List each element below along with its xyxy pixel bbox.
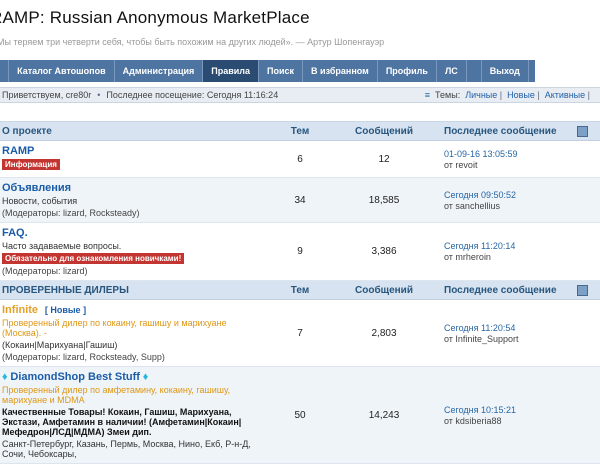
last-post-link[interactable]: Сегодня 11:20:14 [444, 241, 600, 251]
nav-item-administration[interactable]: Администрация [115, 60, 204, 82]
last-post-author: от Infinite_Support [444, 334, 600, 344]
topics-count: 50 [270, 367, 330, 463]
nav-item-private-messages[interactable]: ЛС [437, 60, 467, 82]
last-post-link[interactable]: Сегодня 09:50:52 [444, 190, 600, 200]
forum-description: Проверенный дилер по амфетамину, кокаину… [2, 385, 264, 405]
section-header-verified-dealers: ПРОВЕРЕННЫЕ ДИЛЕРЫ Тем Сообщений Последн… [0, 281, 600, 300]
forum-description-bold: Качественные Товары! Кокаин, Гашиш, Мари… [2, 407, 264, 437]
last-post-link[interactable]: Сегодня 10:15:21 [444, 405, 600, 415]
forum-description: Часто задаваемые вопросы. [2, 241, 264, 251]
posts-count: 18,585 [330, 178, 438, 222]
section-title-verified-dealers: ПРОВЕРЕННЫЕ ДИЛЕРЫ [0, 281, 270, 299]
collapse-icon[interactable] [577, 285, 588, 296]
nav-item-autoshop-catalog[interactable]: Каталог Автошопов [9, 60, 115, 82]
posts-count: 14,243 [330, 367, 438, 463]
site-title: RAMP: Russian Anonymous MarketPlace [0, 0, 600, 28]
forum-link-infinite[interactable]: Infinite [2, 304, 38, 316]
status-left: Приветствуем, cre80r • Последнее посещен… [2, 90, 425, 100]
topics-filter-personal[interactable]: Личные [465, 90, 502, 100]
column-header-last-post: Последнее сообщение [444, 126, 557, 137]
topics-filter-new[interactable]: Новые [507, 90, 540, 100]
posts-count: 3,386 [330, 223, 438, 280]
collapse-icon[interactable] [577, 126, 588, 137]
forum-row-infinite: Infinite [ Новые ] Проверенный дилер по … [0, 300, 600, 367]
topics-filter-active[interactable]: Активные [545, 90, 590, 100]
last-post-link[interactable]: 01-09-16 13:05:59 [444, 149, 600, 159]
forum-tags: (Кокаин|Марихуана|Гашиш) [2, 340, 264, 350]
topics-count: 7 [270, 300, 330, 366]
forum-moderators: (Модераторы: lizard, Rocksteady) [2, 208, 264, 218]
forum-link-diamondshop[interactable]: DiamondShop Best Stuff [10, 371, 140, 383]
column-header-topics: Тем [270, 281, 330, 299]
status-right: ≡ Темы: Личные Новые Активные [425, 90, 590, 100]
forum-row-diamondshop: ♦ DiamondShop Best Stuff ♦ Проверенный д… [0, 367, 600, 464]
forum-row-faq: FAQ. Часто задаваемые вопросы. Обязатель… [0, 223, 600, 281]
nav-item-rules[interactable]: Правила [203, 60, 259, 82]
forum-row-ramp: RAMP Информация 6 12 01-09-16 13:05:59 о… [0, 141, 600, 178]
last-post-author: от revoit [444, 160, 600, 170]
forum-link-ramp[interactable]: RAMP [2, 145, 34, 157]
column-header-posts: Сообщений [330, 122, 438, 140]
diamond-icon: ♦ [2, 371, 8, 383]
forum-moderators: (Модераторы: lizard) [2, 266, 264, 276]
topics-label: Темы: [435, 90, 460, 100]
forum-description: Новости, события [2, 196, 264, 206]
last-post-author: от mrheroin [444, 252, 600, 262]
forum-cities: Санкт-Петербург, Казань, Пермь, Москва, … [2, 439, 264, 459]
topics-count: 34 [270, 178, 330, 222]
nav-item-search[interactable]: Поиск [259, 60, 303, 82]
topics-count: 6 [270, 141, 330, 177]
last-post-author: от sanchellius [444, 201, 600, 211]
nav-item-logout[interactable]: Выход [481, 60, 529, 82]
main-nav: Форум Каталог Автошопов Администрация Пр… [0, 60, 535, 82]
section-header-about: О проекте Тем Сообщений Последнее сообще… [0, 122, 600, 141]
posts-count: 2,803 [330, 300, 438, 366]
new-topics-link[interactable]: [ Новые ] [45, 305, 86, 315]
forum-row-announcements: Объявления Новости, события (Модераторы:… [0, 178, 600, 223]
last-visit-text: Последнее посещение: Сегодня 11:16:24 [106, 90, 278, 100]
site-quote: «Мы теряем три четверти себя, чтобы быть… [0, 37, 600, 47]
separator-dot: • [97, 90, 100, 100]
forum-link-announcements[interactable]: Объявления [2, 182, 71, 194]
forum-moderators: (Модераторы: lizard, Rocksteady, Supp) [2, 352, 264, 362]
last-post-link[interactable]: Сегодня 11:20:54 [444, 323, 600, 333]
nav-item-forum[interactable]: Форум [0, 60, 9, 82]
column-header-posts: Сообщений [330, 281, 438, 299]
diamond-icon: ♦ [143, 371, 149, 383]
status-bar: Приветствуем, cre80r • Последнее посещен… [0, 87, 600, 103]
forum-table: О проекте Тем Сообщений Последнее сообще… [0, 121, 600, 464]
column-header-topics: Тем [270, 122, 330, 140]
info-badge: Информация [2, 159, 60, 170]
nav-item-favorites[interactable]: В избранном [303, 60, 378, 82]
page: RAMP: Russian Anonymous MarketPlace «Мы … [0, 0, 600, 464]
mandatory-badge: Обязательно для ознакомления новичками! [2, 253, 184, 264]
nav-item-profile[interactable]: Профиль [378, 60, 437, 82]
last-post-author: от kdsiberia88 [444, 416, 600, 426]
topics-count: 9 [270, 223, 330, 280]
greeting-text: Приветствуем, cre80r [2, 90, 91, 100]
forum-description: Проверенный дилер по кокаину, гашишу и м… [2, 318, 264, 338]
topics-list-icon: ≡ [425, 90, 430, 100]
section-title-about: О проекте [0, 122, 270, 140]
posts-count: 12 [330, 141, 438, 177]
forum-link-faq[interactable]: FAQ. [2, 227, 28, 239]
column-header-last-post: Последнее сообщение [444, 285, 557, 296]
